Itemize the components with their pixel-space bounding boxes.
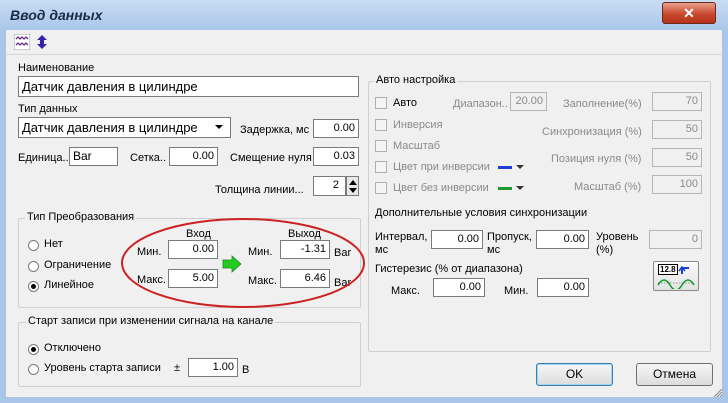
record-level-radio[interactable]	[28, 364, 39, 375]
conversion-none-radio[interactable]	[28, 240, 39, 251]
waveform-icon[interactable]	[14, 34, 30, 50]
fill-input[interactable]: 70	[652, 92, 702, 111]
inv-color-swatch[interactable]	[498, 166, 512, 169]
auto-checkbox[interactable]	[375, 97, 387, 109]
scale-percent-input[interactable]: 100	[652, 175, 702, 194]
unit-input[interactable]: Bar	[69, 147, 118, 166]
up-down-arrows-icon[interactable]	[34, 34, 50, 50]
resize-grip-icon[interactable]	[713, 388, 723, 398]
inv-color-chevron-icon[interactable]	[516, 164, 524, 170]
name-label: Наименование	[18, 62, 95, 74]
delay-input[interactable]: 0.00	[313, 119, 359, 138]
range-label: Диапазон..	[453, 98, 508, 110]
inv-color-checkbox[interactable]	[375, 161, 387, 173]
inv-color-label: Цвет при инверсии	[393, 161, 490, 173]
record-start-group-label: Старт записи при изменении сигнала на ка…	[26, 315, 276, 327]
no-inv-color-checkbox[interactable]	[375, 182, 387, 194]
conversion-linear-label: Линейное	[44, 279, 95, 291]
conversion-limit-label: Ограничение	[44, 259, 112, 271]
ok-button[interactable]: OK	[536, 363, 613, 386]
skip-input[interactable]: 0.00	[536, 230, 589, 249]
record-disabled-label: Отключено	[44, 342, 101, 354]
inversion-label: Инверсия	[393, 119, 443, 131]
window-title: Ввод данных	[10, 7, 103, 23]
sync-input[interactable]: 50	[652, 120, 702, 139]
spin-up-icon[interactable]	[349, 179, 357, 185]
record-level-input[interactable]: 1.00	[188, 358, 238, 377]
no-inv-color-swatch[interactable]	[498, 187, 512, 190]
interval-unit: мс	[375, 244, 389, 256]
skip-label: Пропуск,	[487, 231, 532, 243]
toolbar	[6, 30, 722, 55]
grid-label: Сетка..	[130, 152, 167, 164]
scale-percent-label: Масштаб (%)	[574, 181, 642, 193]
plus-minus-sign: ±	[174, 362, 181, 374]
hysteresis-min-input[interactable]: 0.00	[537, 278, 589, 297]
zero-position-label: Позиция нуля (%)	[551, 153, 642, 165]
close-button[interactable]: ✕	[662, 2, 716, 24]
spin-down-icon[interactable]	[349, 188, 357, 194]
hysteresis-max-input[interactable]: 0.00	[433, 278, 485, 297]
hysteresis-max-label: Макс.	[391, 285, 420, 297]
close-icon: ✕	[683, 5, 695, 21]
waveform-fit-icon	[657, 265, 695, 289]
scale-label: Масштаб	[393, 140, 441, 152]
zero-position-input[interactable]: 50	[652, 148, 702, 167]
unit-label: Единица..	[18, 152, 69, 164]
no-inv-color-chevron-icon[interactable]	[516, 185, 524, 191]
data-type-label: Тип данных	[18, 103, 78, 115]
chevron-down-icon[interactable]	[213, 123, 225, 131]
scale-checkbox[interactable]	[375, 140, 387, 152]
no-inv-color-label: Цвет без инверсии	[393, 182, 489, 194]
line-width-spinner[interactable]	[346, 176, 359, 196]
conversion-linear-radio[interactable]	[28, 281, 39, 292]
zero-offset-label: Смещение нуля	[230, 152, 312, 164]
skip-unit: мс	[487, 244, 501, 256]
interval-label: Интервал,	[375, 231, 428, 243]
level-label: Уровень	[596, 231, 639, 243]
line-width-label: Толщина линии...	[215, 184, 304, 196]
grid-input[interactable]: 0.00	[169, 147, 218, 166]
record-start-group	[18, 322, 361, 387]
name-input[interactable]: Датчик давления в цилиндре	[18, 76, 359, 97]
record-level-unit: В	[242, 364, 250, 376]
conversion-none-label: Нет	[44, 238, 63, 250]
inversion-checkbox[interactable]	[375, 119, 387, 131]
annotation-ellipse	[121, 218, 365, 308]
auto-settings-group-label: Авто настройка	[374, 74, 458, 86]
hysteresis-label: Гистерезис (% от диапазона)	[375, 263, 523, 275]
auto-label: Авто	[393, 97, 417, 109]
data-type-select[interactable]: Датчик давления в цилиндре	[18, 117, 231, 138]
title-bar[interactable]: Ввод данных ✕	[0, 0, 728, 30]
conversion-limit-radio[interactable]	[28, 261, 39, 272]
record-level-label: Уровень старта записи	[44, 362, 161, 374]
line-width-input[interactable]: 2	[313, 176, 346, 196]
interval-input[interactable]: 0.00	[431, 230, 483, 249]
delay-label: Задержка, мс	[240, 124, 310, 136]
data-type-value: Датчик давления в цилиндре	[22, 120, 198, 135]
level-unit: (%)	[596, 244, 614, 256]
hysteresis-min-label: Мин.	[504, 285, 529, 297]
level-input[interactable]: 0	[649, 230, 702, 249]
range-input[interactable]: 20.00	[510, 92, 547, 111]
record-disabled-radio[interactable]	[28, 344, 39, 355]
sync-label: Синхронизация (%)	[542, 126, 642, 138]
zero-offset-input[interactable]: 0.03	[313, 147, 359, 166]
auto-calc-button[interactable]: 12.8	[653, 261, 699, 291]
sync-conditions-title: Дополнительные условия синхронизации	[375, 207, 588, 219]
cancel-button[interactable]: Отмена	[636, 363, 713, 386]
fill-label: Заполнение(%)	[563, 98, 642, 110]
